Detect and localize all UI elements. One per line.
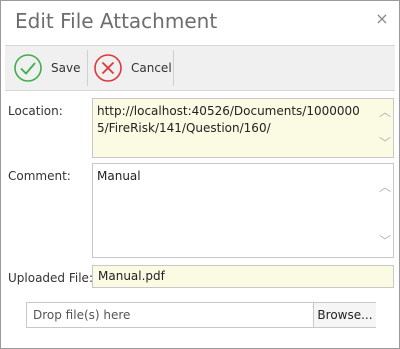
uploaded-file-label: Uploaded File:* xyxy=(8,271,99,285)
save-button[interactable]: Save xyxy=(13,46,80,90)
toolbar-separator xyxy=(173,50,174,86)
x-circle-icon xyxy=(94,54,122,82)
location-value: http://localhost:40526/Documents/1000000… xyxy=(97,104,360,135)
cancel-label: Cancel xyxy=(131,61,172,75)
location-field[interactable]: http://localhost:40526/Documents/1000000… xyxy=(92,98,394,158)
uploaded-file-field[interactable]: Manual.pdf xyxy=(92,265,394,288)
comment-label: Comment: xyxy=(8,169,71,183)
drop-placeholder: Drop file(s) here xyxy=(33,308,131,322)
scroll-down-icon[interactable]: ﹀ xyxy=(379,232,391,249)
uploaded-file-value: Manual.pdf xyxy=(98,269,165,283)
toolbar: Save Cancel xyxy=(5,45,395,91)
comment-field[interactable]: Manual ︿ ﹀ xyxy=(92,163,394,258)
toolbar-separator xyxy=(87,50,88,86)
dialog-titlebar: Edit File Attachment × xyxy=(1,1,399,45)
scroll-up-icon[interactable]: ︿ xyxy=(379,178,391,195)
dialog-title: Edit File Attachment xyxy=(15,9,218,33)
file-drop-zone[interactable]: Drop file(s) here Browse... xyxy=(26,302,376,328)
cancel-button[interactable]: Cancel xyxy=(93,46,172,90)
uploaded-file-label-text: Uploaded File: xyxy=(8,271,93,285)
edit-file-attachment-dialog: Edit File Attachment × Save Cancel Locat… xyxy=(0,0,400,349)
browse-button[interactable]: Browse... xyxy=(313,303,376,327)
scroll-up-icon[interactable]: ︿ xyxy=(379,103,391,120)
save-label: Save xyxy=(51,61,81,75)
close-icon[interactable]: × xyxy=(374,11,390,27)
check-circle-icon xyxy=(14,54,42,82)
location-label: Location: xyxy=(8,104,63,118)
scroll-down-icon[interactable]: ﹀ xyxy=(379,134,391,151)
comment-value: Manual xyxy=(97,169,141,183)
